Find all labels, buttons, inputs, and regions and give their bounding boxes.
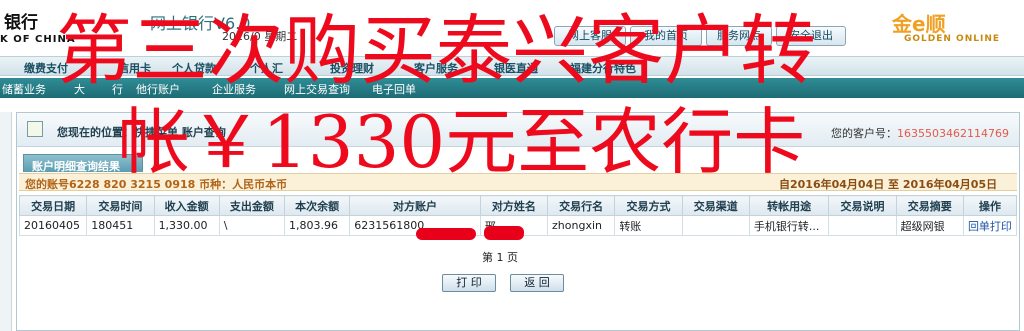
col-header-method[interactable]: 交易方式	[614, 195, 683, 216]
golden-online-logo: 金e顺 GOLDEN ONLINE	[892, 8, 1018, 48]
col-header-counter-account[interactable]: 对方账户	[349, 195, 481, 216]
col-header-expense[interactable]: 支出金额	[218, 195, 286, 216]
submenu-item-savings[interactable]: 储蓄业务	[2, 81, 46, 97]
col-header-channel[interactable]: 交易渠道	[681, 195, 750, 216]
col-header-date[interactable]: 交易日期	[18, 195, 88, 216]
golden-online-logo-text: 金e顺	[892, 12, 946, 36]
customer-info: 您的客户号：1635503462114769	[831, 125, 1009, 141]
menu-item-investment[interactable]: 投资理财	[330, 60, 374, 76]
customer-number: 1635503462114769	[897, 127, 1009, 140]
table-header-row: 交易日期 交易时间 收入金额 支出金额 本次余额 对方账户 对方姓名 交易行名 …	[18, 195, 1018, 216]
panel-header: 您现在的位置：快捷菜单 账户查询 您的客户号：1635503462114769	[17, 113, 1019, 147]
col-header-description[interactable]: 交易说明	[828, 195, 897, 216]
cell-summary: 超级网银	[895, 215, 964, 236]
bank-name-en: K OF CHINA	[0, 34, 76, 45]
account-info-row: 您的账号6228 820 3215 0918 币种：人民币本币 自2016年04…	[19, 173, 1017, 191]
submenu-item-1[interactable]: 大	[74, 81, 85, 97]
menu-item-medical[interactable]: 银医直通	[494, 60, 538, 76]
col-header-summary[interactable]: 交易摘要	[895, 195, 964, 216]
golden-online-logo-en: GOLDEN ONLINE	[904, 34, 1001, 44]
account-number-line: 您的账号6228 820 3215 0918 币种：人民币本币	[25, 178, 288, 191]
bank-logo: 银行 K OF CHINA	[0, 4, 140, 48]
cell-description	[828, 215, 897, 236]
cell-method: 转账	[614, 215, 683, 236]
col-header-bank-name[interactable]: 交易行名	[547, 195, 616, 216]
customer-label: 您的客户号：	[831, 127, 897, 140]
menu-item-fujian[interactable]: 福建分行特色	[570, 60, 636, 76]
submenu-item-other-bank[interactable]: 他行账户	[136, 81, 180, 97]
menu-item-customer-service[interactable]: 客户服务	[414, 60, 458, 76]
online-service-button[interactable]: 网上客服	[554, 26, 626, 46]
submenu-item-txn-query[interactable]: 网上交易查询	[284, 81, 350, 97]
sub-menu: 储蓄业务 大 行 他行账户 企业服务 网上交易查询 电子回单	[0, 78, 1024, 98]
menu-item-credit-card[interactable]: 信用卡	[118, 60, 151, 76]
my-home-button[interactable]: 我的首页	[630, 26, 702, 46]
cell-date: 20160405	[18, 215, 88, 236]
location-icon	[27, 121, 43, 137]
system-date: 2016/0 星期二	[222, 30, 298, 43]
col-header-balance[interactable]: 本次余额	[284, 195, 351, 216]
main-menu: 缴费支付 信用卡 个人贷款 个人汇 投资理财 客户服务 银医直通 福建分行特色	[0, 56, 1024, 76]
page-indicator: 第 1 页	[482, 251, 518, 264]
logout-button[interactable]: 安全退出	[776, 26, 846, 46]
account-detail-panel: 您现在的位置：快捷菜单 账户查询 您的客户号：1635503462114769 …	[16, 112, 1020, 331]
redaction-mark-account	[416, 228, 476, 240]
submenu-item-e-receipt[interactable]: 电子回单	[372, 81, 416, 97]
cell-expense: \	[218, 215, 286, 236]
date-range: 自2016年04月04日 至 2016年04月05日	[779, 178, 998, 191]
submenu-item-enterprise[interactable]: 企业服务	[212, 81, 256, 97]
menu-item-personal-remit[interactable]: 个人汇	[250, 60, 283, 76]
bank-name: 银行	[4, 13, 38, 33]
col-header-operation[interactable]: 操作	[962, 195, 1018, 216]
menu-item-payment[interactable]: 缴费支付	[24, 60, 68, 76]
menu-item-personal-loan[interactable]: 个人贷款	[172, 60, 216, 76]
back-button[interactable]: 返 回	[510, 274, 564, 292]
redaction-mark-name	[484, 226, 524, 240]
col-header-time[interactable]: 交易时间	[86, 195, 155, 216]
col-header-purpose[interactable]: 转帐用途	[748, 195, 830, 216]
branch-map-button[interactable]: 服务网点	[706, 26, 772, 46]
tab-account-detail-result[interactable]: 账户明细查询结果	[23, 154, 143, 173]
cell-income: 1,330.00	[153, 215, 220, 236]
col-header-income[interactable]: 收入金额	[153, 195, 220, 216]
receipt-print-link[interactable]: 回单打印	[962, 215, 1018, 236]
print-button[interactable]: 打 印	[442, 274, 496, 292]
cell-balance: 1,803.96	[284, 215, 351, 236]
top-header: 银行 K OF CHINA 网上银行V6.0 2016/0 星期二 网上客服 我…	[0, 0, 1024, 52]
left-sidebar-collapsed	[0, 112, 12, 331]
breadcrumb: 您现在的位置：快捷菜单 账户查询	[57, 126, 226, 139]
submenu-item-2[interactable]: 行	[112, 81, 123, 97]
cell-bank-name: zhongxin	[547, 215, 616, 236]
cell-channel	[681, 215, 750, 236]
cell-time: 180451	[86, 215, 155, 236]
cell-purpose: 手机银行转...	[748, 215, 830, 236]
col-header-counter-name[interactable]: 对方姓名	[479, 195, 549, 216]
